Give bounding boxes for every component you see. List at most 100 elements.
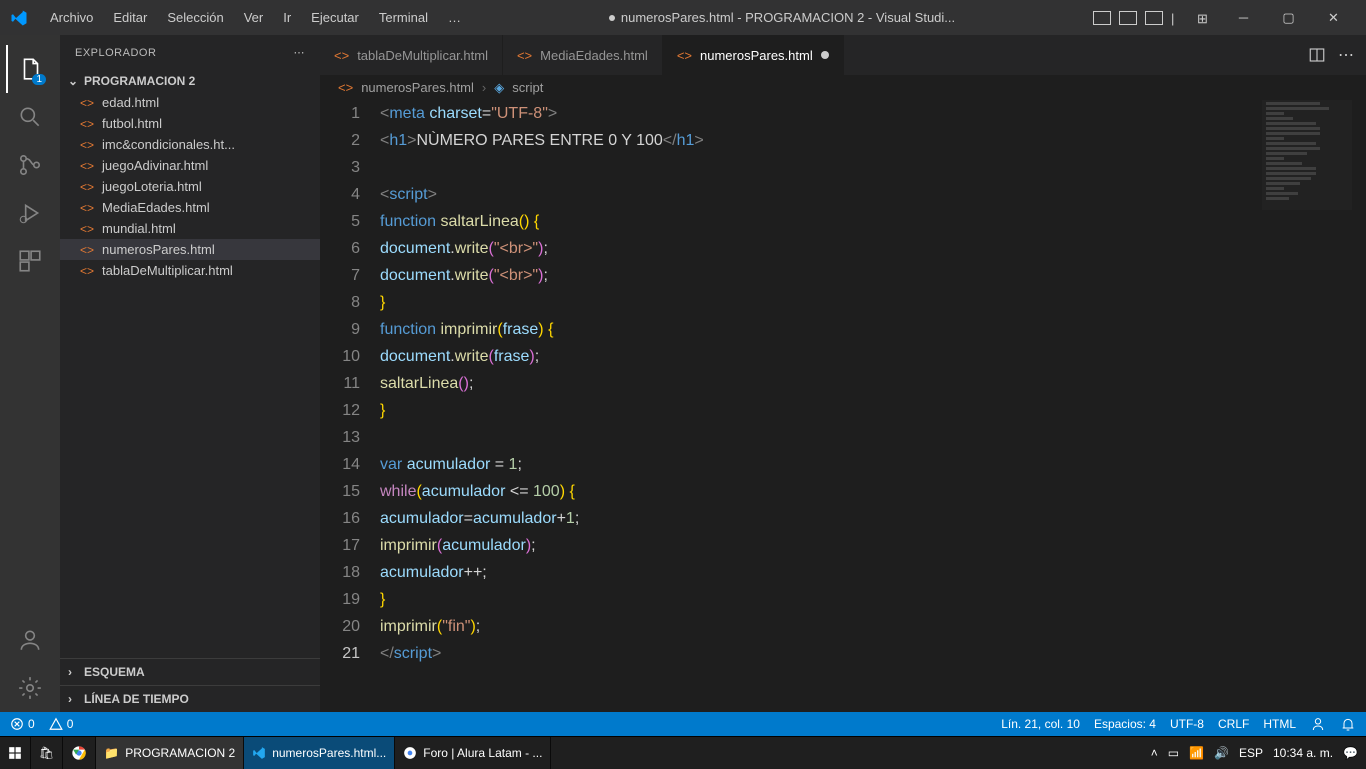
breadcrumb-file: numerosPares.html — [361, 80, 474, 95]
window-title: numerosPares.html - PROGRAMACION 2 - Vis… — [471, 10, 1093, 25]
breadcrumb[interactable]: <> numerosPares.html › ◈ script — [320, 75, 1366, 100]
tray-notifications-icon[interactable]: 💬 — [1343, 746, 1358, 760]
tray-language[interactable]: ESP — [1239, 746, 1263, 760]
html-file-icon: <> — [677, 48, 692, 63]
vscode-logo-icon — [10, 9, 28, 27]
tray-chevron-icon[interactable]: ˄ — [1151, 746, 1158, 760]
status-spaces[interactable]: Espacios: 4 — [1094, 717, 1156, 731]
symbol-icon: ◈ — [494, 80, 504, 96]
tab-label: numerosPares.html — [700, 48, 813, 63]
status-warnings[interactable]: 0 — [49, 717, 74, 731]
tray-clock[interactable]: 10:34 a. m. — [1273, 746, 1333, 760]
file-item[interactable]: <>tablaDeMultiplicar.html — [60, 260, 320, 281]
folder-root[interactable]: ⌄ PROGRAMACION 2 — [60, 70, 320, 92]
menu-ejecutar[interactable]: Ejecutar — [301, 10, 369, 25]
windows-taskbar: 🛍 📁 PROGRAMACION 2 numerosPares.html... … — [0, 736, 1366, 768]
file-label: juegoAdivinar.html — [102, 158, 208, 173]
tab-more-icon[interactable]: ⋯ — [1338, 45, 1354, 65]
status-cursor-position[interactable]: Lín. 21, col. 10 — [1001, 717, 1080, 731]
activity-settings[interactable] — [6, 664, 54, 712]
html-file-icon: <> — [80, 264, 94, 278]
tray-wifi-icon[interactable]: 📶 — [1189, 746, 1204, 760]
file-item[interactable]: <>mundial.html — [60, 218, 320, 239]
code-content[interactable]: <meta charset="UTF-8"><h1>NÙMERO PARES E… — [380, 100, 1366, 712]
status-errors[interactable]: 0 — [10, 717, 35, 731]
file-item[interactable]: <>edad.html — [60, 92, 320, 113]
menu-terminal[interactable]: Terminal — [369, 10, 438, 25]
tab-label: MediaEdades.html — [540, 48, 648, 63]
timeline-label: LÍNEA DE TIEMPO — [84, 692, 189, 706]
split-editor-icon[interactable] — [1308, 46, 1326, 64]
editor-tab[interactable]: <> numerosPares.html — [663, 35, 844, 75]
minimap[interactable] — [1262, 100, 1352, 210]
system-tray[interactable]: ˄ ▭ 📶 🔊 ESP 10:34 a. m. 💬 — [1143, 746, 1366, 760]
outline-section[interactable]: › ESQUEMA — [60, 658, 320, 685]
timeline-section[interactable]: › LÍNEA DE TIEMPO — [60, 685, 320, 712]
activity-accounts[interactable] — [6, 616, 54, 664]
line-gutter: 123456789101112131415161718192021 — [320, 100, 380, 712]
minimize-button[interactable]: ─ — [1221, 0, 1266, 35]
editor-tab[interactable]: <> MediaEdades.html — [503, 35, 663, 75]
menu-editar[interactable]: Editar — [103, 10, 157, 25]
status-encoding[interactable]: UTF-8 — [1170, 717, 1204, 731]
html-file-icon: <> — [80, 117, 94, 131]
file-item[interactable]: <> MediaEdades.html — [60, 197, 320, 218]
task-chrome[interactable]: Foro | Alura Latam - ... — [395, 737, 551, 769]
file-item[interactable]: <> futbol.html — [60, 113, 320, 134]
title-bar: Archivo Editar Selección Ver Ir Ejecutar… — [0, 0, 1366, 35]
file-item[interactable]: <> juegoAdivinar.html — [60, 155, 320, 176]
html-file-icon: <> — [80, 201, 94, 215]
task-folder[interactable]: 📁 PROGRAMACION 2 — [96, 737, 244, 769]
folder-root-label: PROGRAMACION 2 — [84, 74, 195, 88]
window-title-text: numerosPares.html - PROGRAMACION 2 - Vis… — [621, 10, 955, 25]
editor-tab[interactable]: <>tablaDeMultiplicar.html — [320, 35, 503, 75]
task-store[interactable]: 🛍 — [31, 737, 63, 769]
activity-extensions[interactable] — [6, 237, 54, 285]
editor-tabs: <>tablaDeMultiplicar.html <> MediaEdades.h… — [320, 35, 1366, 75]
activity-explorer[interactable]: 1 — [6, 45, 54, 93]
html-file-icon: <> — [80, 222, 94, 236]
file-label: imc&condicionales.ht... — [102, 137, 235, 152]
task-chrome-pinned[interactable] — [63, 737, 96, 769]
status-notifications-icon[interactable] — [1340, 716, 1356, 732]
task-chrome-label: Foro | Alura Latam - ... — [423, 746, 542, 760]
status-language[interactable]: HTML — [1263, 717, 1296, 731]
editor-area: <>tablaDeMultiplicar.html <> MediaEdades.h… — [320, 35, 1366, 712]
html-file-icon: <> — [338, 80, 353, 95]
file-label: futbol.html — [102, 116, 162, 131]
tray-battery-icon[interactable]: ▭ — [1168, 746, 1179, 760]
menu-more[interactable]: … — [438, 10, 471, 25]
file-label: MediaEdades.html — [102, 200, 210, 215]
menu-ir[interactable]: Ir — [273, 10, 301, 25]
editor-layout-controls[interactable]: | ⊞ — [1093, 11, 1211, 25]
explorer-sidebar: EXPLORADOR ⋯ ⌄ PROGRAMACION 2 <>edad.htm… — [60, 35, 320, 712]
breadcrumb-separator-icon: › — [482, 80, 486, 95]
file-item[interactable]: <>juegoLoteria.html — [60, 176, 320, 197]
task-vscode[interactable]: numerosPares.html... — [244, 737, 395, 769]
file-item[interactable]: <>numerosPares.html — [60, 239, 320, 260]
menu-seleccion[interactable]: Selección — [157, 10, 233, 25]
file-label: juegoLoteria.html — [102, 179, 202, 194]
modified-dot-icon — [609, 15, 615, 21]
chevron-right-icon: › — [68, 665, 78, 679]
menu-archivo[interactable]: Archivo — [40, 10, 103, 25]
code-editor[interactable]: 123456789101112131415161718192021 <meta … — [320, 100, 1366, 712]
status-feedback-icon[interactable] — [1310, 716, 1326, 732]
file-item[interactable]: <>imc&condicionales.ht... — [60, 134, 320, 155]
activity-search[interactable] — [6, 93, 54, 141]
start-button[interactable] — [0, 737, 31, 769]
tray-volume-icon[interactable]: 🔊 — [1214, 746, 1229, 760]
menu-ver[interactable]: Ver — [234, 10, 274, 25]
activity-run-debug[interactable] — [6, 189, 54, 237]
html-file-icon: <> — [80, 159, 94, 173]
html-file-icon: <> — [517, 48, 532, 63]
close-button[interactable]: ✕ — [1311, 0, 1356, 35]
sidebar-title: EXPLORADOR — [75, 47, 156, 59]
activity-source-control[interactable] — [6, 141, 54, 189]
sidebar-more-icon[interactable]: ⋯ — [294, 46, 306, 59]
file-tree: <>edad.html<>futbol.html<>imc&condiciona… — [60, 92, 320, 658]
task-folder-label: PROGRAMACION 2 — [125, 746, 235, 760]
maximize-button[interactable]: ▢ — [1266, 0, 1311, 35]
status-eol[interactable]: CRLF — [1218, 717, 1249, 731]
explorer-badge: 1 — [32, 74, 46, 85]
